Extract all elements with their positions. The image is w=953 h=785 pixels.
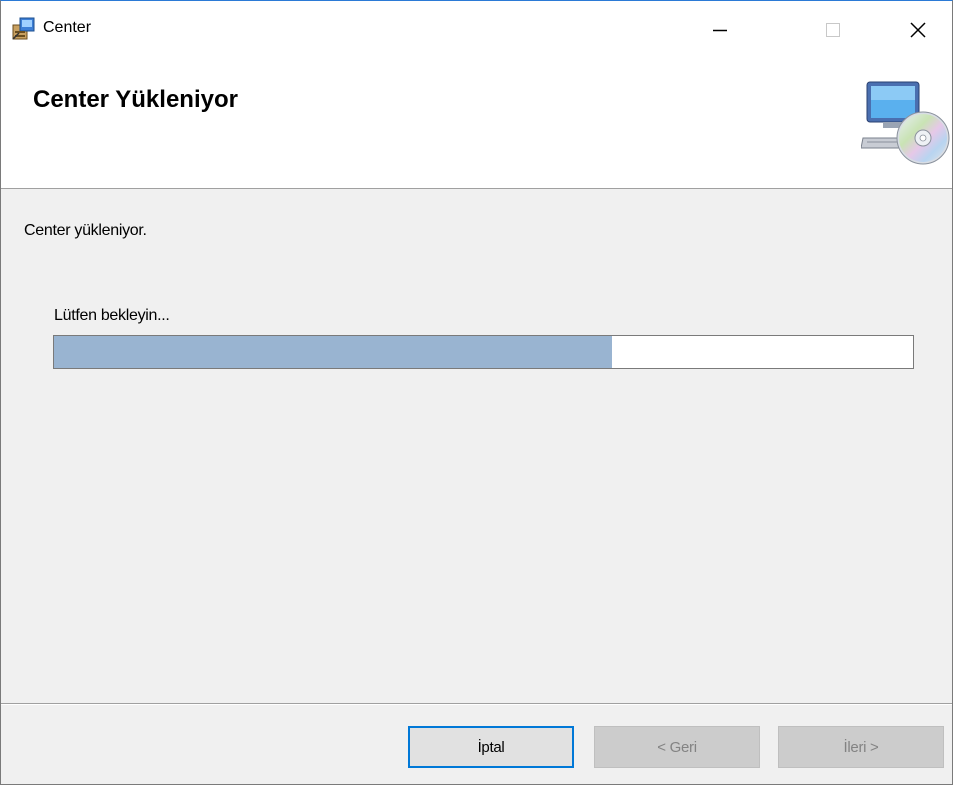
wait-label: Lütfen bekleyin... <box>54 307 170 324</box>
maximize-icon <box>825 22 841 43</box>
close-icon <box>909 21 927 44</box>
page-title: Center Yükleniyor <box>33 86 238 113</box>
installer-package-icon <box>11 15 37 41</box>
footer-divider <box>1 703 952 705</box>
next-button[interactable]: İleri > <box>778 726 944 768</box>
minimize-icon <box>712 22 728 43</box>
progress-fill <box>54 336 613 368</box>
back-button[interactable]: < Geri <box>594 726 760 768</box>
installer-window: Center Center Yükleniyor Center yükleniy… <box>0 0 953 785</box>
minimize-button[interactable] <box>697 1 743 63</box>
install-progress-bar <box>53 335 914 369</box>
computer-cd-icon <box>860 76 953 168</box>
install-description: Center yükleniyor. <box>24 222 147 239</box>
header-banner: Center Yükleniyor <box>1 64 952 189</box>
cancel-button[interactable]: İptal <box>408 726 574 768</box>
title-bar[interactable]: Center <box>1 1 952 64</box>
window-title: Center <box>43 19 92 36</box>
maximize-button[interactable] <box>810 1 856 63</box>
close-button[interactable] <box>895 1 941 63</box>
